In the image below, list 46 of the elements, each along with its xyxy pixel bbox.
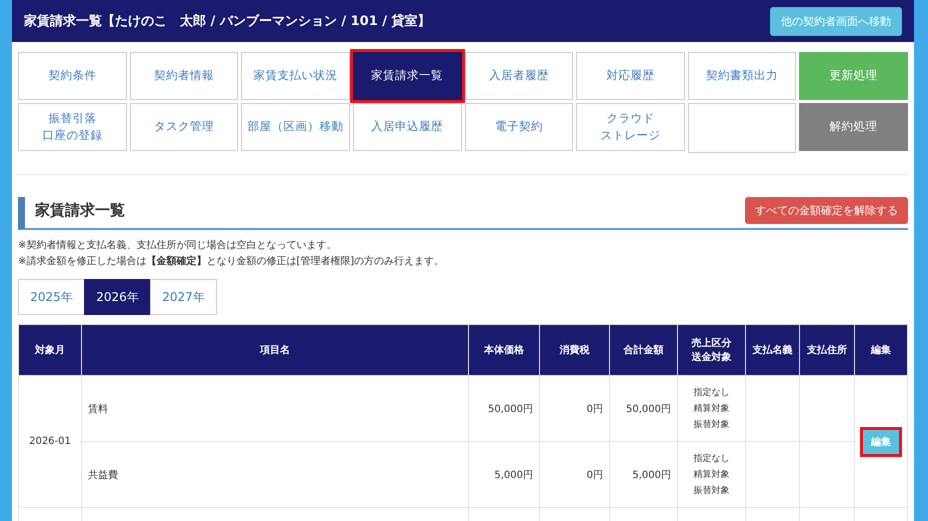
column-header: 売上区分 送金対象: [678, 324, 746, 376]
nav-tab[interactable]: 家賃支払い状況: [241, 52, 350, 100]
year-tab[interactable]: 2025年: [18, 279, 85, 315]
tax-cell: 0円: [540, 376, 610, 442]
column-header: 消費税: [540, 324, 610, 376]
flag-text: 振替対象: [692, 418, 730, 432]
note-text: ※契約者情報と支払名義、支払住所が同じ場合は空白となっています。: [18, 238, 338, 253]
nav-tab[interactable]: クラウド ストレージ: [576, 103, 685, 151]
nav-tab[interactable]: 振替引落 口座の登録: [18, 103, 127, 151]
tax-cell: 0円: [540, 442, 610, 508]
total-cell: 5,000円: [610, 442, 678, 508]
month-cell: 2026-01: [18, 376, 82, 508]
total-cell: 50,000円: [610, 376, 678, 442]
nav-tab[interactable]: 入居申込履歴: [352, 103, 462, 151]
flag-text: 精算対象: [692, 402, 730, 416]
nav-tab[interactable]: 解約処理: [799, 103, 908, 151]
column-header: 対象月: [18, 324, 82, 376]
nav-tab[interactable]: 対応履歴: [576, 52, 685, 100]
nav-tab[interactable]: 契約条件: [18, 52, 127, 100]
nav-tab[interactable]: 電子契約: [464, 103, 574, 151]
section-title: 家賃請求一覧: [35, 201, 125, 220]
nav-tab[interactable]: 契約書類出力: [688, 52, 796, 100]
flag-text: 精算対象: [692, 468, 730, 482]
nav-tab[interactable]: 部屋（区画）移動: [241, 103, 350, 151]
column-header: 項目名: [82, 324, 468, 376]
flag-text: 指定なし: [692, 386, 730, 400]
price-cell: 5,000円: [468, 442, 540, 508]
nav-tab[interactable]: タスク管理: [130, 103, 238, 151]
price-cell: 50,000円: [468, 376, 540, 442]
nav-tab[interactable]: 入居者履歴: [464, 52, 574, 100]
column-header: 編集: [854, 324, 908, 376]
column-header: 支払名義: [746, 324, 800, 376]
flag-text: 振替対象: [692, 484, 730, 498]
flag-text: 指定なし: [692, 452, 730, 466]
unlock-all-button[interactable]: すべての金額確定を解除する: [745, 197, 908, 224]
item-name-cell: 共益費: [82, 442, 468, 508]
column-header: 本体価格: [468, 324, 540, 376]
column-header: 合計金額: [610, 324, 678, 376]
year-tab[interactable]: 2027年: [150, 279, 217, 315]
page-title: 家賃請求一覧【たけのこ 太郎 / バンブーマンション / 101 / 貸室】: [24, 12, 431, 30]
nav-tab[interactable]: 更新処理: [799, 52, 908, 100]
column-header: 支払住所: [800, 324, 854, 376]
note-text: ※請求金額を修正した場合は【金額確定】となり金額の修正は[管理者権限]の方のみ行えます。: [18, 254, 446, 269]
item-name-cell: 賃料: [82, 376, 468, 442]
year-tab[interactable]: 2026年: [84, 279, 151, 315]
nav-tab[interactable]: 契約者情報: [130, 52, 238, 100]
